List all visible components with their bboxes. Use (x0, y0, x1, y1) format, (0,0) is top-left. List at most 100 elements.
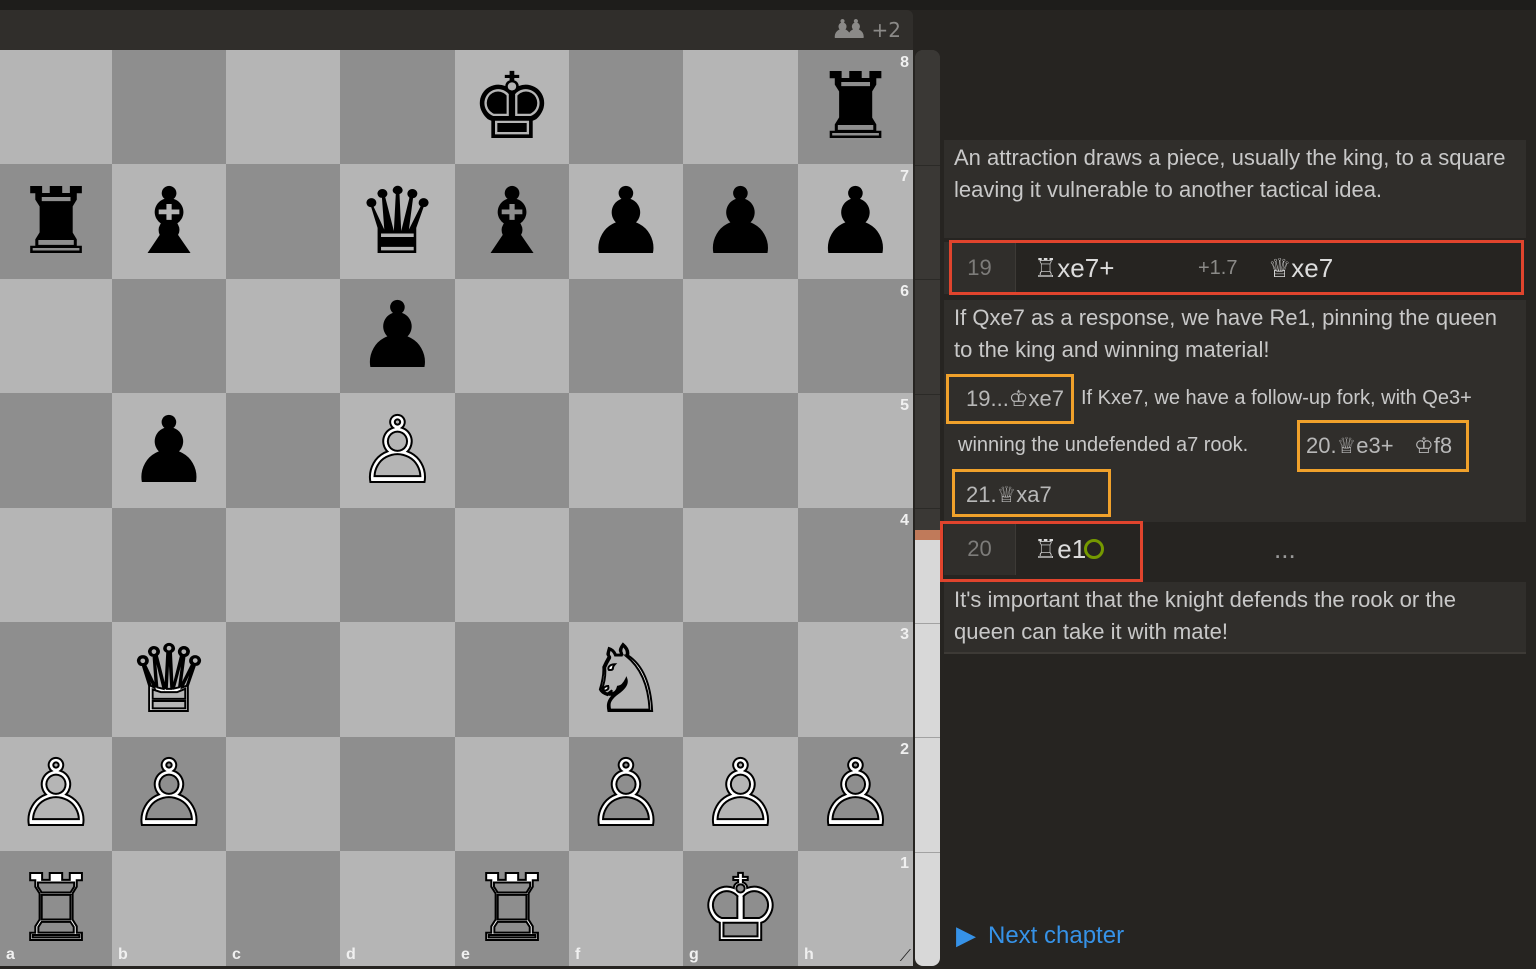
chess-piece[interactable]: ♝ (455, 164, 569, 279)
square-e8[interactable]: ♚ (455, 50, 569, 164)
square-b1[interactable]: b (112, 851, 226, 966)
chess-piece[interactable]: ♜ (0, 164, 112, 279)
square-g7[interactable]: ♟ (683, 164, 798, 279)
chess-piece[interactable]: ♙ (0, 737, 112, 851)
square-e1[interactable]: ♖ e (455, 851, 569, 966)
square-d2[interactable] (340, 737, 455, 851)
square-c6[interactable] (226, 279, 340, 393)
variation-text-b: winning the undefended a7 rook. (958, 434, 1249, 456)
chess-piece[interactable]: ♙ (569, 737, 683, 851)
square-g8[interactable] (683, 50, 798, 164)
square-g1[interactable]: ♔ g (683, 851, 798, 966)
square-c4[interactable] (226, 508, 340, 622)
square-e6[interactable] (455, 279, 569, 393)
highlight-box (940, 521, 1143, 582)
square-h2[interactable]: ♙ 2 (798, 737, 913, 851)
square-c2[interactable] (226, 737, 340, 851)
square-f1[interactable]: f (569, 851, 683, 966)
square-d6[interactable]: ♟ (340, 279, 455, 393)
square-d3[interactable] (340, 622, 455, 737)
square-e2[interactable] (455, 737, 569, 851)
square-b2[interactable]: ♙ (112, 737, 226, 851)
chess-piece[interactable]: ♟ (340, 279, 455, 393)
square-f4[interactable] (569, 508, 683, 622)
chess-piece[interactable]: ♟ (683, 164, 798, 279)
square-h1[interactable]: 1 h ⟋ (798, 851, 913, 966)
chess-piece[interactable]: ♙ (798, 737, 913, 851)
chess-piece[interactable]: ♟ (112, 393, 226, 508)
comment-after-20-text: It's important that the knight defends t… (954, 587, 1456, 644)
comment-after-19: If Qxe7 as a response, we have Re1, pinn… (944, 300, 1526, 372)
square-c3[interactable] (226, 622, 340, 737)
square-a8[interactable] (0, 50, 112, 164)
chess-piece[interactable]: ♘ (569, 622, 683, 737)
chess-piece[interactable]: ♕ (112, 622, 226, 737)
square-d1[interactable]: d (340, 851, 455, 966)
square-b5[interactable]: ♟ (112, 393, 226, 508)
square-h4[interactable]: 4 (798, 508, 913, 622)
square-g5[interactable] (683, 393, 798, 508)
chess-piece[interactable]: ♖ (0, 851, 112, 966)
square-g2[interactable]: ♙ (683, 737, 798, 851)
square-c5[interactable] (226, 393, 340, 508)
square-a5[interactable] (0, 393, 112, 508)
square-g6[interactable] (683, 279, 798, 393)
square-e4[interactable] (455, 508, 569, 622)
chess-piece[interactable]: ♚ (455, 50, 569, 164)
square-f2[interactable]: ♙ (569, 737, 683, 851)
square-b3[interactable]: ♕ (112, 622, 226, 737)
square-e3[interactable] (455, 622, 569, 737)
square-f8[interactable] (569, 50, 683, 164)
square-c1[interactable]: c (226, 851, 340, 966)
chess-piece[interactable]: ♙ (340, 393, 455, 508)
square-h3[interactable]: 3 (798, 622, 913, 737)
square-a1[interactable]: ♖ a (0, 851, 112, 966)
chess-piece[interactable]: ♝ (112, 164, 226, 279)
square-f7[interactable]: ♟ (569, 164, 683, 279)
eval-gauge-tick (915, 279, 940, 280)
chess-piece[interactable]: ♜ (798, 50, 913, 164)
chess-piece[interactable]: ♟ (569, 164, 683, 279)
square-f6[interactable] (569, 279, 683, 393)
square-c8[interactable] (226, 50, 340, 164)
square-a2[interactable]: ♙ (0, 737, 112, 851)
captured-pawns-icon: ♟♟ (830, 15, 867, 45)
square-a6[interactable] (0, 279, 112, 393)
square-h6[interactable]: 6 (798, 279, 913, 393)
square-b6[interactable] (112, 279, 226, 393)
square-a3[interactable] (0, 622, 112, 737)
square-b7[interactable]: ♝ (112, 164, 226, 279)
square-a4[interactable] (0, 508, 112, 622)
move-black[interactable]: ... (1274, 534, 1296, 565)
square-f5[interactable] (569, 393, 683, 508)
chess-piece[interactable]: ♟ (798, 164, 913, 279)
square-d7[interactable]: ♛ (340, 164, 455, 279)
square-h5[interactable]: 5 (798, 393, 913, 508)
eval-gauge-tick (915, 623, 940, 624)
square-b8[interactable] (112, 50, 226, 164)
chess-board[interactable]: ♚ ♜ 8 ♜ ♝ ♛ ♝ ♟ ♟ ♟ 7 ♟ 6 ♟ ♙ 5 4 ♕ ♘ 3 ♙ ♙ ♙ ♙ ♙ 2 ♖ a b c d ♖ e f ♔ g 1 h ⟋ (0, 50, 913, 966)
chess-piece[interactable]: ♖ (455, 851, 569, 966)
resize-handle-icon[interactable]: ⟋ (895, 948, 911, 964)
chess-piece[interactable]: ♛ (340, 164, 455, 279)
chess-piece[interactable]: ♙ (112, 737, 226, 851)
square-d8[interactable] (340, 50, 455, 164)
square-d4[interactable] (340, 508, 455, 622)
square-h7[interactable]: ♟ 7 (798, 164, 913, 279)
square-c7[interactable] (226, 164, 340, 279)
square-e7[interactable]: ♝ (455, 164, 569, 279)
chess-piece[interactable]: ♙ (683, 737, 798, 851)
highlight-box (952, 469, 1111, 517)
rank-label: 6 (900, 283, 909, 300)
square-f3[interactable]: ♘ (569, 622, 683, 737)
square-e5[interactable] (455, 393, 569, 508)
square-b4[interactable] (112, 508, 226, 622)
square-h8[interactable]: ♜ 8 (798, 50, 913, 164)
square-d5[interactable]: ♙ (340, 393, 455, 508)
chess-piece[interactable]: ♔ (683, 851, 798, 966)
square-a7[interactable]: ♜ (0, 164, 112, 279)
square-g4[interactable] (683, 508, 798, 622)
analysis-panel: An attraction draws a piece, usually the… (940, 10, 1526, 966)
square-g3[interactable] (683, 622, 798, 737)
next-chapter-button[interactable]: ▶ Next chapter (956, 920, 1124, 951)
